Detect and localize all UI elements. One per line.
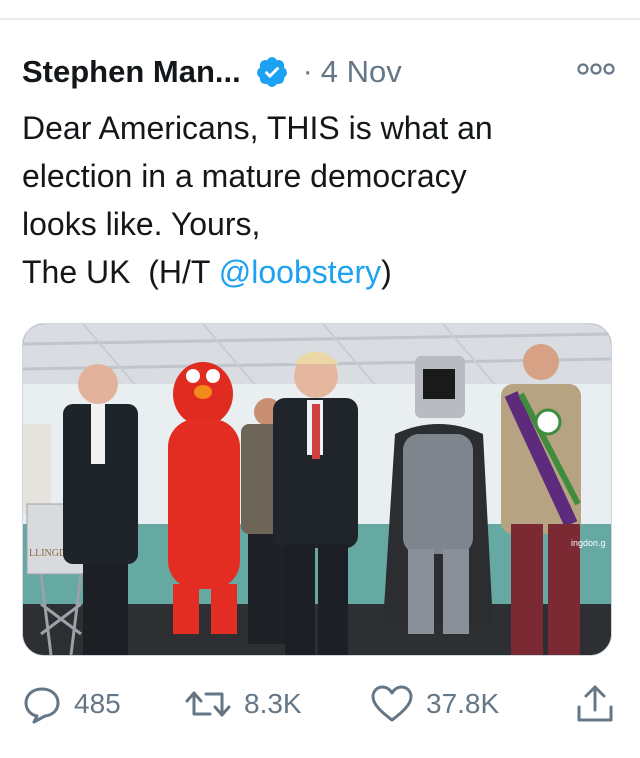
tweet-text-line: election in a mature democracy	[22, 158, 467, 194]
like-button[interactable]: 37.8K	[370, 682, 499, 726]
tweet-actions: 485 8.3K 37.8K	[22, 682, 618, 726]
more-options-icon[interactable]	[574, 54, 618, 84]
mention-link[interactable]: @loobstery	[219, 254, 381, 290]
reply-count: 485	[74, 688, 121, 719]
tweet-date[interactable]: 4 Nov	[321, 54, 402, 90]
tweet-header: Stephen Man... · 4 Nov	[22, 50, 618, 94]
share-icon	[577, 685, 613, 722]
tweet-text-prefix: The UK (H/T	[22, 254, 219, 290]
verified-badge-icon	[256, 57, 287, 87]
share-button[interactable]	[574, 682, 616, 726]
tweet-text-line: The UK (H/T @loobstery)	[22, 248, 622, 296]
retweet-count: 8.3K	[244, 688, 302, 719]
tweet-text-line: Dear Americans, THIS is what an	[22, 110, 493, 146]
like-icon	[371, 685, 413, 722]
tweet-text-suffix: )	[381, 254, 392, 290]
backdrop-text: ingdon.g	[571, 538, 606, 548]
tweet-text-line: looks like. Yours,	[22, 206, 261, 242]
top-divider	[0, 18, 640, 20]
photo-illustration: LLINGDON ingdon.g	[23, 324, 611, 655]
separator-dot: ·	[302, 55, 313, 88]
tweet-photo[interactable]: LLINGDON ingdon.g	[22, 323, 612, 656]
author-name[interactable]: Stephen Man...	[22, 54, 241, 90]
tweet-text: Dear Americans, THIS is what an election…	[22, 104, 622, 296]
reply-icon	[24, 687, 60, 724]
reply-button[interactable]: 485	[22, 682, 121, 726]
retweet-button[interactable]: 8.3K	[184, 682, 302, 726]
like-count: 37.8K	[426, 688, 500, 719]
retweet-icon	[185, 691, 231, 717]
